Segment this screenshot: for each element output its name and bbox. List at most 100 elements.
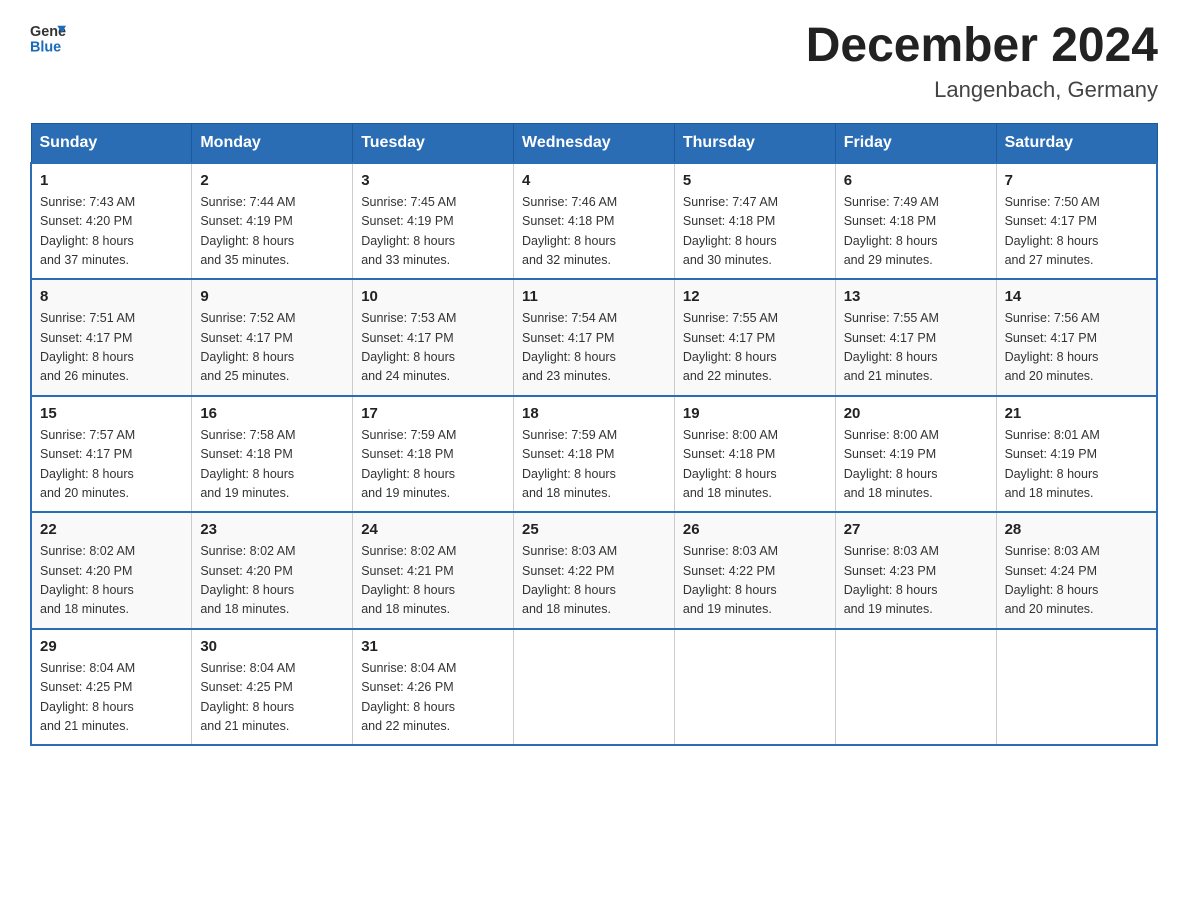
day-number: 16: [200, 405, 344, 422]
day-info: Sunrise: 8:02 AM Sunset: 4:21 PM Dayligh…: [361, 542, 505, 620]
day-info: Sunrise: 7:59 AM Sunset: 4:18 PM Dayligh…: [361, 426, 505, 504]
calendar-cell: [514, 629, 675, 746]
day-info: Sunrise: 7:57 AM Sunset: 4:17 PM Dayligh…: [40, 426, 183, 504]
day-number: 3: [361, 172, 505, 189]
calendar-cell: 14 Sunrise: 7:56 AM Sunset: 4:17 PM Dayli…: [996, 279, 1157, 396]
day-info: Sunrise: 7:44 AM Sunset: 4:19 PM Dayligh…: [200, 193, 344, 271]
calendar-cell: 2 Sunrise: 7:44 AM Sunset: 4:19 PM Daylig…: [192, 163, 353, 280]
day-info: Sunrise: 7:43 AM Sunset: 4:20 PM Dayligh…: [40, 193, 183, 271]
day-info: Sunrise: 8:00 AM Sunset: 4:18 PM Dayligh…: [683, 426, 827, 504]
day-info: Sunrise: 8:02 AM Sunset: 4:20 PM Dayligh…: [200, 542, 344, 620]
week-row-2: 8Sunrise: 7:51 AM Sunset: 4:17 PM Daylig…: [31, 279, 1157, 396]
day-number: 5: [683, 172, 827, 189]
calendar-cell: 12Sunrise: 7:55 AM Sunset: 4:17 PM Dayli…: [674, 279, 835, 396]
day-number: 23: [200, 521, 344, 538]
calendar-cell: 11 Sunrise: 7:54 AM Sunset: 4:17 PM Dayli…: [514, 279, 675, 396]
day-info: Sunrise: 7:56 AM Sunset: 4:17 PM Dayligh…: [1005, 309, 1148, 387]
calendar-cell: 30 Sunrise: 8:04 AM Sunset: 4:25 PM Dayli…: [192, 629, 353, 746]
day-number: 29: [40, 638, 183, 655]
week-row-4: 22 Sunrise: 8:02 AM Sunset: 4:20 PM Dayli…: [31, 512, 1157, 629]
day-number: 10: [361, 288, 505, 305]
svg-text:Blue: Blue: [30, 40, 61, 56]
day-info: Sunrise: 7:52 AM Sunset: 4:17 PM Dayligh…: [200, 309, 344, 387]
day-number: 18: [522, 405, 666, 422]
column-header-saturday: Saturday: [996, 123, 1157, 163]
day-number: 19: [683, 405, 827, 422]
column-header-sunday: Sunday: [31, 123, 192, 163]
day-info: Sunrise: 8:03 AM Sunset: 4:22 PM Dayligh…: [683, 542, 827, 620]
day-info: Sunrise: 7:46 AM Sunset: 4:18 PM Dayligh…: [522, 193, 666, 271]
calendar-cell: 20Sunrise: 8:00 AM Sunset: 4:19 PM Dayli…: [835, 396, 996, 513]
day-info: Sunrise: 7:47 AM Sunset: 4:18 PM Dayligh…: [683, 193, 827, 271]
day-info: Sunrise: 7:55 AM Sunset: 4:17 PM Dayligh…: [844, 309, 988, 387]
calendar-cell: 16 Sunrise: 7:58 AM Sunset: 4:18 PM Dayli…: [192, 396, 353, 513]
day-info: Sunrise: 8:03 AM Sunset: 4:23 PM Dayligh…: [844, 542, 988, 620]
day-info: Sunrise: 7:54 AM Sunset: 4:17 PM Dayligh…: [522, 309, 666, 387]
day-number: 26: [683, 521, 827, 538]
day-number: 9: [200, 288, 344, 305]
calendar-cell: 21 Sunrise: 8:01 AM Sunset: 4:19 PM Dayli…: [996, 396, 1157, 513]
calendar-cell: 15Sunrise: 7:57 AM Sunset: 4:17 PM Dayli…: [31, 396, 192, 513]
column-header-tuesday: Tuesday: [353, 123, 514, 163]
day-number: 7: [1005, 172, 1148, 189]
day-info: Sunrise: 8:03 AM Sunset: 4:24 PM Dayligh…: [1005, 542, 1148, 620]
calendar-cell: 6 Sunrise: 7:49 AM Sunset: 4:18 PM Daylig…: [835, 163, 996, 280]
day-info: Sunrise: 8:03 AM Sunset: 4:22 PM Dayligh…: [522, 542, 666, 620]
calendar-cell: 25 Sunrise: 8:03 AM Sunset: 4:22 PM Dayli…: [514, 512, 675, 629]
column-header-wednesday: Wednesday: [514, 123, 675, 163]
day-number: 31: [361, 638, 505, 655]
day-info: Sunrise: 7:58 AM Sunset: 4:18 PM Dayligh…: [200, 426, 344, 504]
calendar-cell: 8Sunrise: 7:51 AM Sunset: 4:17 PM Daylig…: [31, 279, 192, 396]
day-info: Sunrise: 7:59 AM Sunset: 4:18 PM Dayligh…: [522, 426, 666, 504]
month-title: December 2024: [806, 20, 1158, 73]
calendar-cell: 13 Sunrise: 7:55 AM Sunset: 4:17 PM Dayli…: [835, 279, 996, 396]
calendar-cell: 17Sunrise: 7:59 AM Sunset: 4:18 PM Dayli…: [353, 396, 514, 513]
calendar-cell: 1Sunrise: 7:43 AM Sunset: 4:20 PM Daylig…: [31, 163, 192, 280]
day-number: 27: [844, 521, 988, 538]
day-number: 21: [1005, 405, 1148, 422]
day-info: Sunrise: 8:01 AM Sunset: 4:19 PM Dayligh…: [1005, 426, 1148, 504]
calendar-cell: 4Sunrise: 7:46 AM Sunset: 4:18 PM Daylig…: [514, 163, 675, 280]
calendar-cell: 24 Sunrise: 8:02 AM Sunset: 4:21 PM Dayli…: [353, 512, 514, 629]
day-number: 28: [1005, 521, 1148, 538]
column-header-thursday: Thursday: [674, 123, 835, 163]
title-area: December 2024 Langenbach, Germany: [806, 20, 1158, 103]
day-info: Sunrise: 8:04 AM Sunset: 4:25 PM Dayligh…: [200, 659, 344, 737]
calendar-cell: 5 Sunrise: 7:47 AM Sunset: 4:18 PM Daylig…: [674, 163, 835, 280]
calendar-cell: 10 Sunrise: 7:53 AM Sunset: 4:17 PM Dayli…: [353, 279, 514, 396]
day-info: Sunrise: 7:45 AM Sunset: 4:19 PM Dayligh…: [361, 193, 505, 271]
day-number: 24: [361, 521, 505, 538]
day-number: 22: [40, 521, 183, 538]
day-info: Sunrise: 7:49 AM Sunset: 4:18 PM Dayligh…: [844, 193, 988, 271]
column-header-friday: Friday: [835, 123, 996, 163]
day-info: Sunrise: 7:53 AM Sunset: 4:17 PM Dayligh…: [361, 309, 505, 387]
calendar-cell: [835, 629, 996, 746]
day-number: 2: [200, 172, 344, 189]
calendar-cell: 9 Sunrise: 7:52 AM Sunset: 4:17 PM Daylig…: [192, 279, 353, 396]
day-number: 14: [1005, 288, 1148, 305]
generalblue-logo-icon: General Blue: [30, 20, 66, 56]
calendar-cell: 22 Sunrise: 8:02 AM Sunset: 4:20 PM Dayli…: [31, 512, 192, 629]
calendar-cell: 3 Sunrise: 7:45 AM Sunset: 4:19 PM Daylig…: [353, 163, 514, 280]
calendar-cell: 26 Sunrise: 8:03 AM Sunset: 4:22 PM Dayli…: [674, 512, 835, 629]
calendar-cell: 29Sunrise: 8:04 AM Sunset: 4:25 PM Dayli…: [31, 629, 192, 746]
calendar-cell: 23 Sunrise: 8:02 AM Sunset: 4:20 PM Dayli…: [192, 512, 353, 629]
day-number: 20: [844, 405, 988, 422]
calendar-cell: 28 Sunrise: 8:03 AM Sunset: 4:24 PM Dayli…: [996, 512, 1157, 629]
location-label: Langenbach, Germany: [806, 77, 1158, 103]
calendar-header-row: SundayMondayTuesdayWednesdayThursdayFrid…: [31, 123, 1157, 163]
day-number: 13: [844, 288, 988, 305]
day-number: 6: [844, 172, 988, 189]
week-row-5: 29 Sunrise: 8:04 AM Sunset: 4:25 PM Dayli…: [31, 629, 1157, 746]
logo: General Blue: [30, 20, 68, 56]
day-info: Sunrise: 7:55 AM Sunset: 4:17 PM Dayligh…: [683, 309, 827, 387]
day-info: Sunrise: 8:02 AM Sunset: 4:20 PM Dayligh…: [40, 542, 183, 620]
day-info: Sunrise: 7:50 AM Sunset: 4:17 PM Dayligh…: [1005, 193, 1148, 271]
day-number: 25: [522, 521, 666, 538]
day-number: 11: [522, 288, 666, 305]
day-number: 30: [200, 638, 344, 655]
calendar-table: SundayMondayTuesdayWednesdayThursdayFrid…: [30, 123, 1158, 747]
week-row-3: 15Sunrise: 7:57 AM Sunset: 4:17 PM Dayli…: [31, 396, 1157, 513]
day-number: 8: [40, 288, 183, 305]
calendar-cell: [674, 629, 835, 746]
